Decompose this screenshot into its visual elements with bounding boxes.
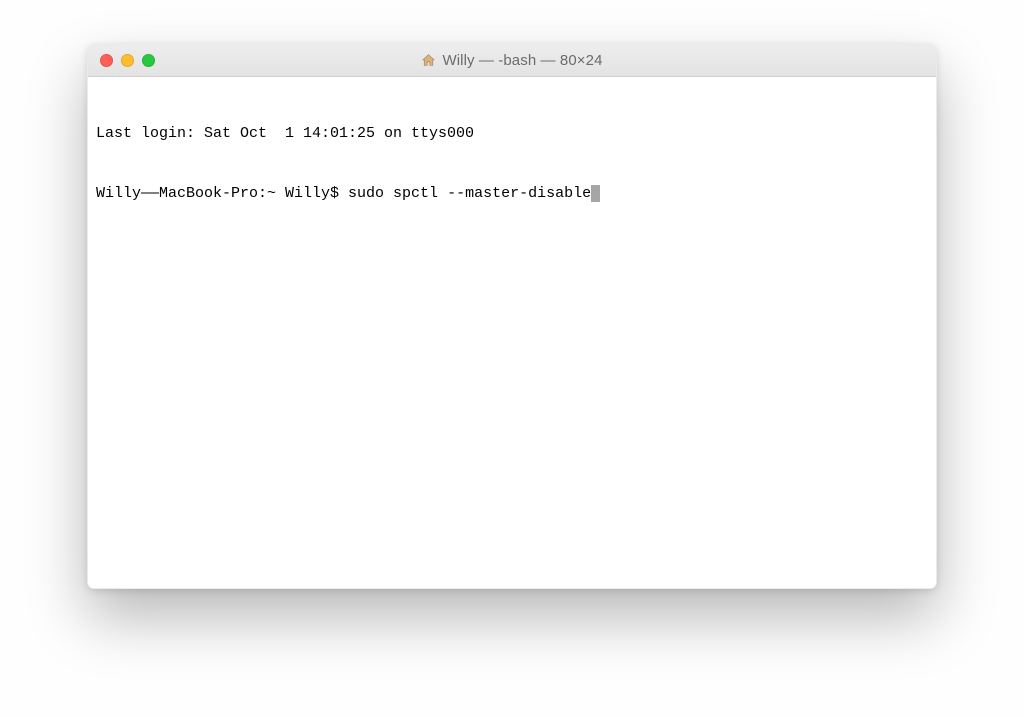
last-login-line: Last login: Sat Oct 1 14:01:25 on ttys00… <box>96 124 928 144</box>
cursor <box>591 185 600 203</box>
terminal-window: Willy — -bash — 80×24 Last login: Sat Oc… <box>87 44 937 589</box>
minimize-button[interactable] <box>121 54 134 67</box>
typed-command: sudo spctl --master-disable <box>348 185 591 202</box>
terminal-body[interactable]: Last login: Sat Oct 1 14:01:25 on ttys00… <box>88 77 936 588</box>
prompt-line: Willy——MacBook-Pro:~ Willy$ sudo spctl -… <box>96 184 928 204</box>
close-button[interactable] <box>100 54 113 67</box>
zoom-button[interactable] <box>142 54 155 67</box>
home-icon <box>421 53 436 68</box>
traffic-lights <box>88 54 155 67</box>
window-title-wrap: Willy — -bash — 80×24 <box>88 52 936 69</box>
shell-prompt: Willy——MacBook-Pro:~ Willy$ <box>96 185 348 202</box>
titlebar[interactable]: Willy — -bash — 80×24 <box>88 45 936 77</box>
window-title: Willy — -bash — 80×24 <box>442 52 602 69</box>
